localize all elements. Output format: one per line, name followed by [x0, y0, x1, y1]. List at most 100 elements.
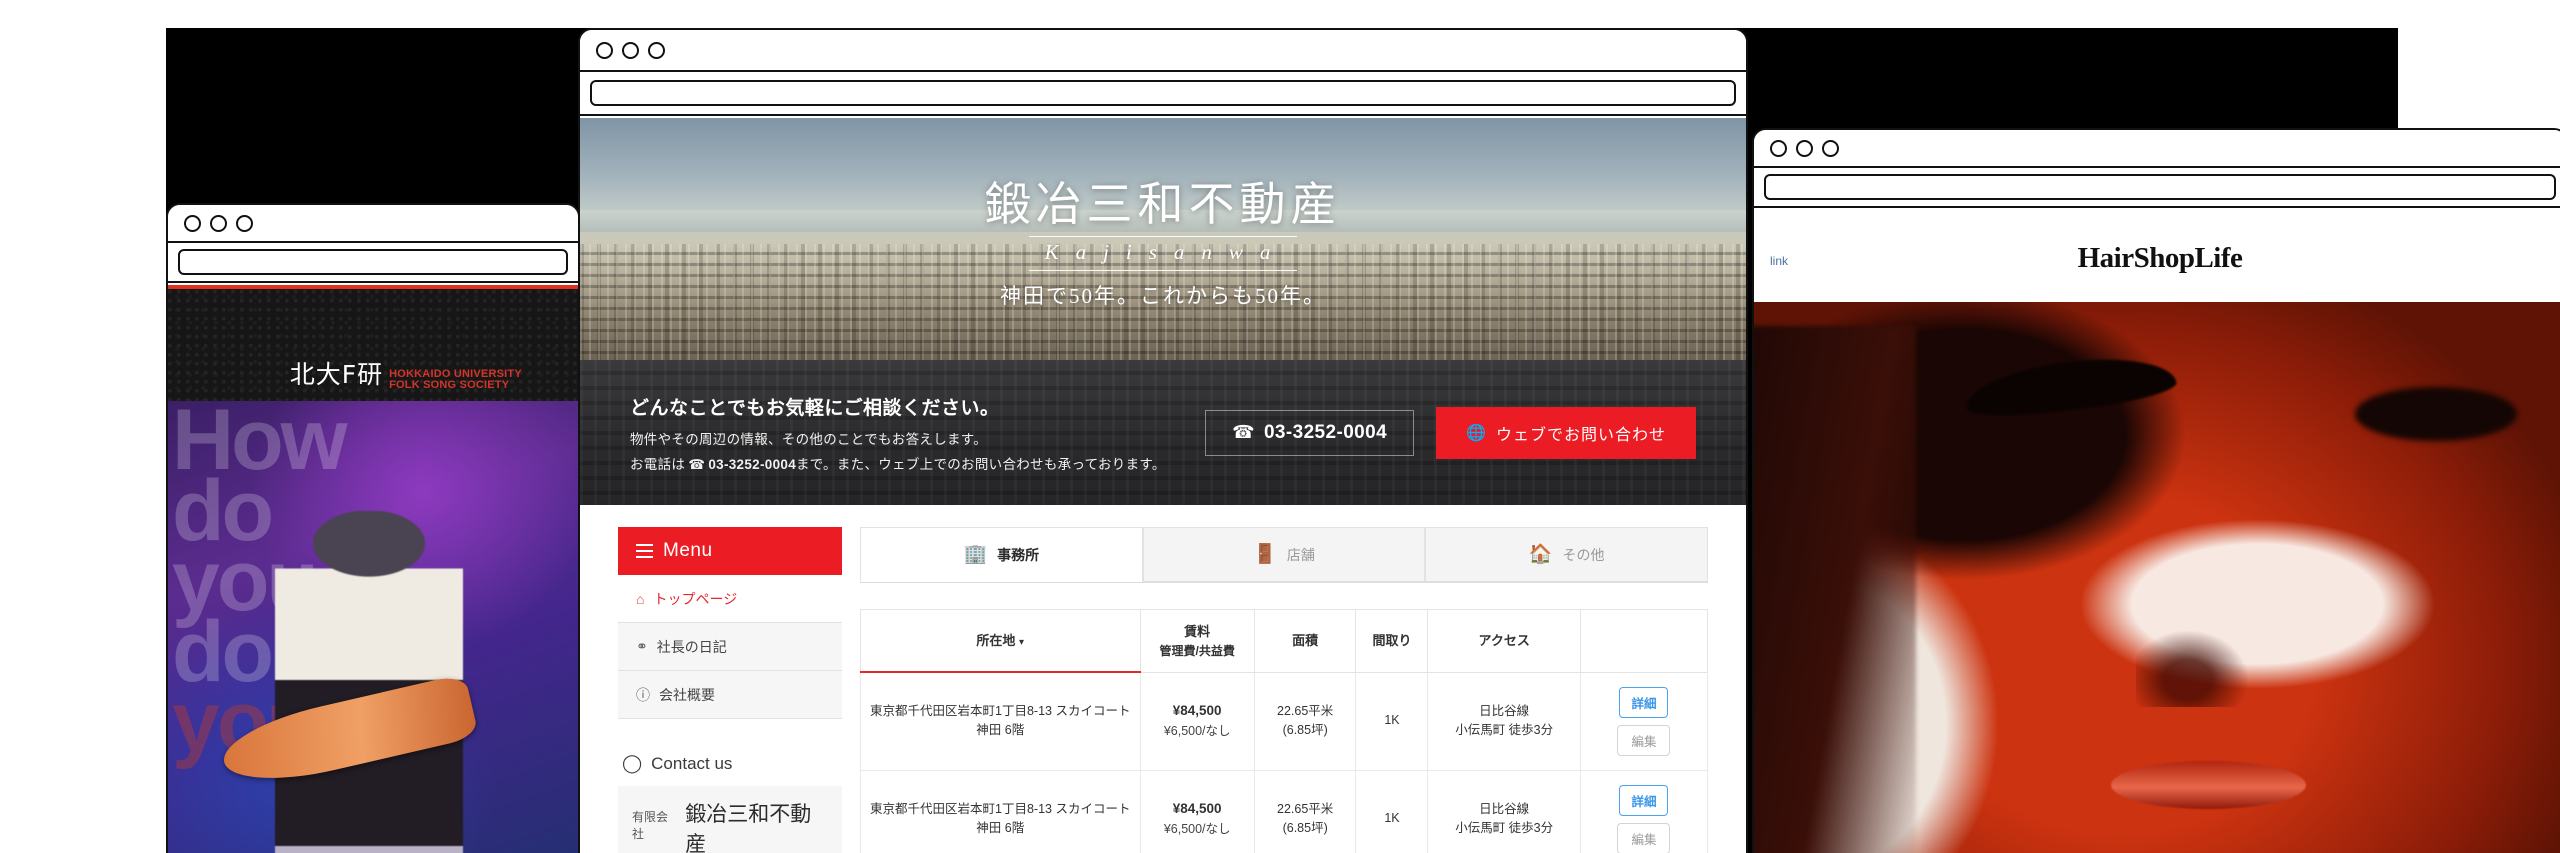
table-row[interactable]: 東京都千代田区岩本町1丁目8-13 スカイコート神田 6階 ¥84,500 ¥6…: [860, 671, 1709, 771]
cell-area-sqm: 22.65平米: [1277, 703, 1334, 718]
hair-titlebar[interactable]: [1754, 130, 2560, 168]
sidebar-item-company-overview[interactable]: ⓘ 会社概要: [618, 671, 842, 719]
house-icon: 🏠: [1528, 544, 1553, 565]
sidebar-menu-header[interactable]: Menu: [618, 527, 842, 575]
cell-access: 日比谷線 小伝馬町 徒歩3分: [1427, 769, 1581, 853]
window-hair-shop-life[interactable]: link HairShopLife: [1752, 128, 2560, 853]
close-button-icon[interactable]: [1770, 139, 1787, 157]
cell-rent-value: ¥84,500: [1172, 800, 1222, 816]
cell-layout: 1K: [1355, 769, 1429, 853]
contact-us-label: Contact us: [651, 753, 733, 773]
cell-area: 22.65平米 (6.85坪): [1253, 769, 1357, 853]
th-address[interactable]: 所在地 ▾: [860, 609, 1141, 673]
contact-strip: どんなことでもお気軽にご相談ください。 物件やその周辺の情報、その他のことでもお…: [580, 360, 1746, 505]
hair-brand-title: HairShopLife: [2077, 242, 2243, 274]
cell-fee-value: ¥6,500/なし: [1163, 821, 1231, 836]
window-kajisanwa-fudosan[interactable]: 鍛冶三和不動産 Kajisanwa 神田で50年。これからも50年。 どんなこと…: [578, 28, 1748, 853]
tab-shop[interactable]: 🚪 店舗: [1142, 527, 1426, 582]
contact-text-block: どんなことでもお気軽にご相談ください。 物件やその周辺の情報、その他のことでもお…: [630, 393, 1166, 473]
th-actions: [1579, 609, 1709, 673]
window-folk-song-society[interactable]: 北大F研 HOKKAIDO UNIVERSITY FOLK SONG SOCIE…: [166, 203, 580, 853]
sidebar-item-top-page[interactable]: ⌂ トップページ: [618, 575, 842, 623]
hair-nav-link[interactable]: link: [1770, 254, 1788, 268]
telephone-button[interactable]: ☎ 03-3252-0004: [1205, 409, 1415, 456]
sidebar-contact-us-heading: ◯ Contact us: [618, 745, 842, 786]
minimize-button-icon[interactable]: [210, 214, 227, 232]
minimize-button-icon[interactable]: [622, 41, 639, 59]
folk-titlebar[interactable]: [168, 205, 578, 243]
hair-address-bar[interactable]: [1764, 174, 2556, 200]
tab-label: 事務所: [997, 546, 1040, 563]
speech-bubble-icon: ◯: [622, 753, 643, 773]
maximize-button-icon[interactable]: [236, 214, 253, 232]
tab-office[interactable]: 🏢 事務所: [860, 527, 1143, 582]
th-access: アクセス: [1427, 609, 1581, 673]
sidebar-item-label: トップページ: [653, 590, 738, 607]
close-button-icon[interactable]: [596, 41, 613, 59]
hair-nav: link HairShopLife: [1754, 210, 2560, 302]
cell-address: 東京都千代田区岩本町1丁目8-13 スカイコート神田 6階: [860, 769, 1141, 853]
sidebar-item-presidents-diary[interactable]: ⚭ 社長の日記: [618, 623, 842, 671]
hair-photo-hair: [1754, 326, 1917, 853]
info-icon: ⓘ: [636, 686, 650, 703]
contact-line-1: 物件やその周辺の情報、その他のことでもお答えします。: [630, 431, 988, 447]
folk-url-row[interactable]: [168, 243, 578, 283]
cell-rent-value: ¥84,500: [1172, 702, 1222, 718]
cell-rent: ¥84,500 ¥6,500/なし: [1139, 769, 1255, 853]
detail-button[interactable]: 詳細: [1619, 784, 1669, 816]
folk-address-bar[interactable]: [178, 249, 568, 275]
cell-access-line: 日比谷線: [1479, 703, 1530, 718]
cell-rent: ¥84,500 ¥6,500/なし: [1139, 671, 1255, 771]
main-address-bar[interactable]: [590, 80, 1736, 106]
company-name: 鍛冶三和不動産: [685, 802, 812, 853]
th-rent-line1: 賃料: [1184, 624, 1211, 639]
pen-icon: ⚭: [636, 638, 648, 654]
phone-icon: ☎: [688, 456, 706, 472]
close-button-icon[interactable]: [184, 214, 201, 232]
edit-button[interactable]: 編集: [1617, 822, 1671, 853]
edit-button[interactable]: 編集: [1617, 724, 1671, 756]
minimize-button-icon[interactable]: [1796, 139, 1813, 157]
property-table-body: 東京都千代田区岩本町1丁目8-13 スカイコート神田 6階 ¥84,500 ¥6…: [860, 671, 1709, 853]
main-url-row[interactable]: [580, 72, 1746, 116]
cell-area-tsubo: (6.85坪): [1282, 723, 1328, 737]
hero-banner: 鍛冶三和不動産 Kajisanwa 神田で50年。これからも50年。: [580, 118, 1746, 360]
sidebar-item-label: 会社概要: [659, 686, 715, 703]
main-content: Menu ⌂ トップページ ⚭ 社長の日記 ⓘ 会社概要 ◯ Contact u…: [580, 505, 1746, 853]
detail-button[interactable]: 詳細: [1619, 686, 1669, 718]
folk-logo-en: HOKKAIDO UNIVERSITY FOLK SONG SOCIETY: [389, 368, 522, 391]
hero-romaji: Kajisanwa: [1028, 236, 1298, 271]
cell-access-walk: 小伝馬町 徒歩3分: [1455, 821, 1554, 835]
web-inquiry-button[interactable]: 🌐 ウェブでお問い合わせ: [1436, 406, 1696, 459]
maximize-button-icon[interactable]: [1822, 139, 1839, 157]
property-table: 所在地 ▾ 賃料 管理費/共益費 面積 間取り アクセス 東京都千代田区岩本町1…: [860, 609, 1709, 853]
cell-fee-value: ¥6,500/なし: [1163, 723, 1231, 738]
sidebar-company-card: 有限会社 鍛冶三和不動産 ⛩ 東京都千代田区神田須田町1- 20 イシガミビル3…: [618, 786, 842, 853]
hair-url-row[interactable]: [1754, 168, 2560, 208]
cell-actions: 詳細 編集: [1579, 769, 1709, 853]
tab-other[interactable]: 🏠 その他: [1425, 527, 1709, 582]
cell-area: 22.65平米 (6.85坪): [1253, 671, 1357, 771]
phone-icon: ☎: [1232, 422, 1255, 442]
hair-hero-photo: [1754, 302, 2560, 853]
cell-actions: 詳細 編集: [1579, 671, 1709, 771]
hair-photo-nose: [2135, 616, 2266, 707]
web-inquiry-button-label: ウェブでお問い合わせ: [1495, 426, 1666, 444]
table-row[interactable]: 東京都千代田区岩本町1丁目8-13 スカイコート神田 6階 ¥84,500 ¥6…: [860, 769, 1709, 853]
maximize-button-icon[interactable]: [648, 41, 665, 59]
folk-logo[interactable]: 北大F研 HOKKAIDO UNIVERSITY FOLK SONG SOCIE…: [290, 355, 522, 391]
desktop-stage: link HairShopLife 北大F研 HOKKAIDO UNIVERSI…: [0, 0, 2560, 853]
table-header-row: 所在地 ▾ 賃料 管理費/共益費 面積 間取り アクセス: [860, 609, 1709, 673]
cell-area-tsubo: (6.85坪): [1282, 821, 1328, 835]
sidebar-item-label: 社長の日記: [656, 638, 727, 655]
cell-address: 東京都千代田区岩本町1丁目8-13 スカイコート神田 6階: [860, 671, 1141, 771]
main-titlebar[interactable]: [580, 30, 1746, 72]
folk-logo-en-line2: FOLK SONG SOCIETY: [389, 378, 510, 391]
property-tabs: 🏢 事務所 🚪 店舗 🏠 その他: [860, 527, 1709, 583]
hair-page-body: link HairShopLife: [1754, 210, 2560, 853]
hero-title: 鍛冶三和不動産: [984, 179, 1342, 230]
th-rent: 賃料 管理費/共益費: [1139, 609, 1255, 673]
cell-access-line: 日比谷線: [1479, 801, 1530, 816]
contact-line-2-post: まで。また、ウェブ上でのお問い合わせも承っております。: [796, 456, 1166, 472]
